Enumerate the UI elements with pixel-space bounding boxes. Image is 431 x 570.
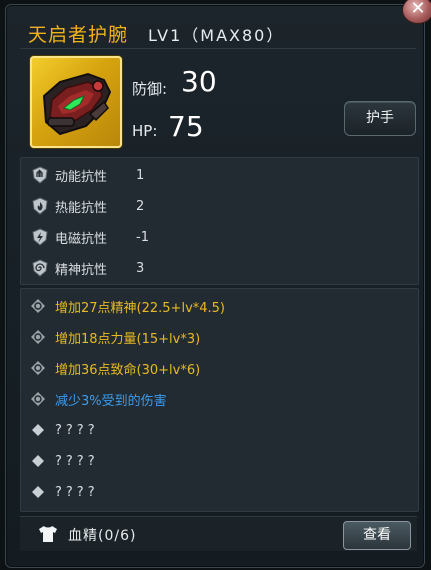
bonus-row: 增加27点精神(22.5+lv*4.5) xyxy=(31,295,225,317)
bonus-section: 增加27点精神(22.5+lv*4.5) 增加18点力量(15+lv*3) 增加… xyxy=(20,288,419,512)
resistance-label: 电磁抗性 xyxy=(55,231,108,247)
bonus-text: 增加27点精神(22.5+lv*4.5) xyxy=(55,300,226,316)
resistance-value: 3 xyxy=(136,260,145,276)
bonus-text: 减少3%受到的伤害 xyxy=(55,393,167,409)
bonus-row: 减少3%受到的伤害 xyxy=(31,388,167,410)
bonus-text: ???? xyxy=(55,422,99,438)
kinetic-icon xyxy=(32,166,48,184)
locked-bonus-row: ???? xyxy=(31,481,99,503)
resistance-value: 2 xyxy=(136,198,145,214)
diamond-icon xyxy=(32,455,44,467)
locked-bonus-row: ???? xyxy=(31,419,99,441)
fire-icon xyxy=(32,197,48,215)
item-level: LV1（MAX80） xyxy=(148,26,285,45)
bonus-text: ???? xyxy=(55,453,99,469)
resistance-value: -1 xyxy=(136,229,149,245)
blood-essence-label: 血精(0/6) xyxy=(68,528,137,544)
close-button[interactable]: ✕ xyxy=(402,0,431,24)
resistance-label: 精神抗性 xyxy=(55,262,108,278)
hp-value: 75 xyxy=(168,110,204,143)
equipment-type-button[interactable]: 护手 xyxy=(344,101,416,136)
gear-diamond-icon xyxy=(31,299,45,313)
resistance-row-mental: 精神抗性 3 xyxy=(31,257,144,279)
bracer-icon xyxy=(42,72,112,136)
resistance-row-kinetic: 动能抗性 1 xyxy=(31,164,144,186)
bonus-text: 增加18点力量(15+lv*3) xyxy=(55,331,201,347)
resistance-label: 热能抗性 xyxy=(55,200,108,216)
spiral-icon xyxy=(32,259,48,277)
resistance-value: 1 xyxy=(136,167,145,183)
gear-diamond-icon xyxy=(31,361,45,375)
resistance-row-electromagnetic: 电磁抗性 -1 xyxy=(31,226,149,248)
gear-diamond-icon xyxy=(31,392,45,406)
bonus-text: 增加36点致命(30+lv*6) xyxy=(55,362,201,378)
bonus-text: ???? xyxy=(55,484,99,500)
locked-bonus-row: ???? xyxy=(31,450,99,472)
defense-value: 30 xyxy=(181,65,217,98)
item-icon-frame xyxy=(30,56,122,148)
diamond-icon xyxy=(32,424,44,436)
view-button[interactable]: 查看 xyxy=(343,521,411,550)
item-name: 天启者护腕 xyxy=(28,24,129,46)
lightning-icon xyxy=(32,228,48,246)
blood-essence-bar: 血精(0/6) 查看 xyxy=(20,516,417,551)
bonus-row: 增加36点致命(30+lv*6) xyxy=(31,357,200,379)
resistance-row-fire: 热能抗性 2 xyxy=(31,195,144,217)
title-divider xyxy=(20,48,416,49)
resistance-label: 动能抗性 xyxy=(55,169,108,185)
bonus-row: 增加18点力量(15+lv*3) xyxy=(31,326,200,348)
hp-label: HP: xyxy=(132,122,158,140)
diamond-icon xyxy=(32,486,44,498)
resistance-section: 动能抗性 1 热能抗性 2 电磁抗性 -1 精神抗性 3 xyxy=(20,157,419,285)
defense-label: 防御: xyxy=(132,80,168,98)
shirt-icon xyxy=(39,526,57,542)
gear-diamond-icon xyxy=(31,330,45,344)
